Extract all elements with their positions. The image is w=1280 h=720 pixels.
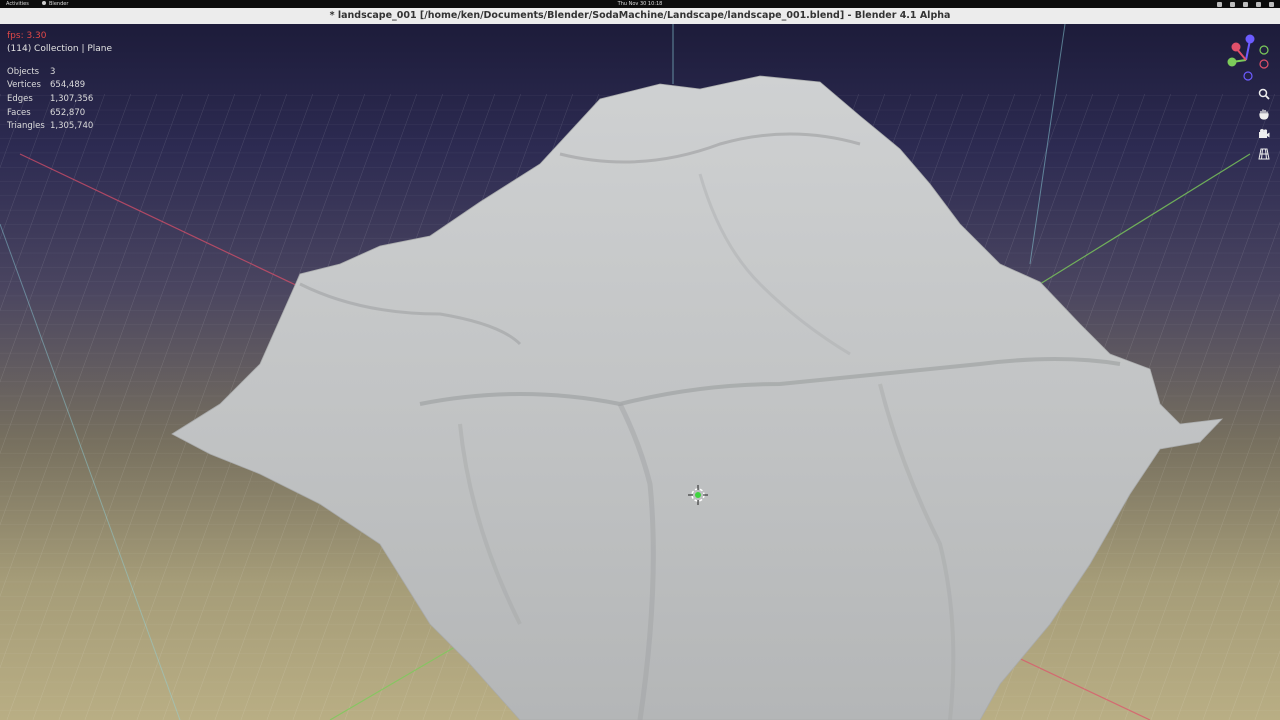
keyboard-icon[interactable] (1230, 1, 1235, 7)
viewport-scene (0, 24, 1280, 720)
3d-viewport[interactable]: fps: 3.30 (114) Collection | Plane Objec… (0, 24, 1280, 720)
accessibility-icon[interactable] (1217, 1, 1222, 7)
stat-row: Faces 652,870 (7, 106, 93, 120)
stat-value: 654,489 (50, 80, 86, 91)
hand-pan-icon[interactable] (1256, 106, 1272, 122)
power-icon[interactable] (1269, 1, 1274, 7)
grid-icon[interactable] (1256, 146, 1272, 162)
stat-value: 652,870 (50, 107, 86, 118)
system-top-bar: Activities Blender Thu Nov 30 10:18 (0, 0, 1280, 8)
viewport-stats-overlay: fps: 3.30 (114) Collection | Plane Objec… (7, 30, 112, 133)
window-title-bar[interactable]: * landscape_001 [/home/ken/Documents/Ble… (0, 8, 1280, 25)
stat-row: Objects 3 (7, 65, 93, 79)
scene-statistics: Objects 3 Vertices 654,489 Edges 1,307,356 … (7, 65, 93, 133)
stat-row: Vertices 654,489 (7, 79, 93, 93)
active-collection-label: (114) Collection | Plane (7, 44, 113, 54)
stat-label: Edges (7, 93, 33, 104)
3d-cursor-icon[interactable] (688, 485, 708, 505)
network-icon[interactable] (1243, 1, 1248, 7)
stat-label: Triangles (7, 121, 45, 132)
stat-value: 1,305,740 (50, 121, 94, 132)
camera-icon[interactable] (1256, 126, 1272, 142)
stat-value: 1,307,356 (50, 93, 94, 104)
stat-label: Objects (7, 66, 40, 77)
system-clock[interactable]: Thu Nov 30 10:18 (0, 0, 1280, 8)
system-tray[interactable] (1217, 0, 1274, 7)
stat-label: Vertices (7, 80, 41, 91)
stat-label: Faces (7, 107, 31, 118)
window-title: * landscape_001 [/home/ken/Documents/Ble… (329, 10, 951, 21)
volume-icon[interactable] (1256, 1, 1261, 7)
stat-row: Triangles 1,305,740 (7, 119, 93, 133)
stat-value: 3 (50, 66, 56, 77)
stat-row: Edges 1,307,356 (7, 92, 93, 106)
navigation-gizmo[interactable] (1224, 34, 1274, 84)
fps-readout: fps: 3.30 (7, 31, 47, 41)
zoom-icon[interactable] (1256, 86, 1272, 102)
